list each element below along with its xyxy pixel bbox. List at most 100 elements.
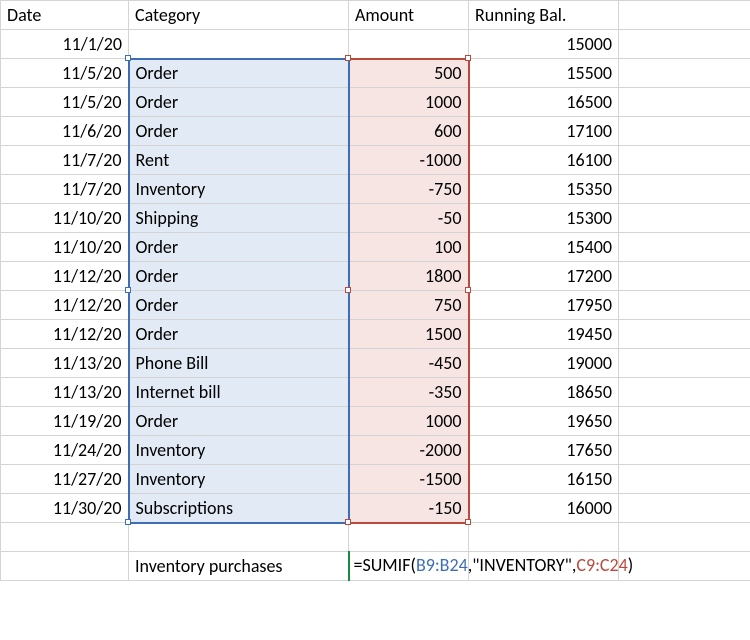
empty-cell[interactable]: [619, 552, 750, 581]
cell-date[interactable]: 11/12/20: [1, 320, 129, 349]
empty-cell[interactable]: [619, 465, 750, 494]
cell-amount[interactable]: 500: [349, 59, 469, 88]
cell-running-bal[interactable]: 15400: [469, 233, 619, 262]
empty-cell[interactable]: [619, 291, 750, 320]
cell-date[interactable]: 11/5/20: [1, 59, 129, 88]
cell-running-bal[interactable]: 15000: [469, 30, 619, 59]
cell-date[interactable]: 11/13/20: [1, 349, 129, 378]
cell-amount[interactable]: -2000: [349, 436, 469, 465]
empty-cell[interactable]: [619, 175, 750, 204]
cell-running-bal[interactable]: 19000: [469, 349, 619, 378]
cell-category[interactable]: Subscriptions: [129, 494, 349, 523]
cell-amount[interactable]: -50: [349, 204, 469, 233]
cell-amount[interactable]: -450: [349, 349, 469, 378]
cell-date[interactable]: 11/6/20: [1, 117, 129, 146]
range-handle-red[interactable]: [345, 519, 351, 525]
cell-date[interactable]: 11/19/20: [1, 407, 129, 436]
header-category[interactable]: Category: [129, 1, 349, 30]
cell-amount[interactable]: 750: [349, 291, 469, 320]
range-handle-red[interactable]: [465, 519, 471, 525]
cell-category[interactable]: Order: [129, 233, 349, 262]
cell-date[interactable]: 11/7/20: [1, 175, 129, 204]
cell-category[interactable]: Inventory: [129, 175, 349, 204]
empty-cell[interactable]: [619, 204, 750, 233]
cell-amount[interactable]: -750: [349, 175, 469, 204]
cell-running-bal[interactable]: 17950: [469, 291, 619, 320]
empty-cell[interactable]: [619, 233, 750, 262]
empty-cell[interactable]: [619, 59, 750, 88]
cell-running-bal[interactable]: 15300: [469, 204, 619, 233]
empty-cell[interactable]: [1, 552, 129, 581]
empty-cell[interactable]: [349, 523, 469, 552]
cell-category[interactable]: Phone Bill: [129, 349, 349, 378]
cell-date[interactable]: 11/13/20: [1, 378, 129, 407]
cell-date[interactable]: 11/24/20: [1, 436, 129, 465]
empty-cell[interactable]: [129, 523, 349, 552]
cell-category[interactable]: Rent: [129, 146, 349, 175]
empty-cell[interactable]: [469, 523, 619, 552]
cell-running-bal[interactable]: 15500: [469, 59, 619, 88]
cell-category[interactable]: Order: [129, 59, 349, 88]
range-handle-red[interactable]: [465, 287, 471, 293]
cell-running-bal[interactable]: 17100: [469, 117, 619, 146]
cell-category[interactable]: Shipping: [129, 204, 349, 233]
cell-amount[interactable]: 1000: [349, 407, 469, 436]
cell-running-bal[interactable]: 16000: [469, 494, 619, 523]
cell-category[interactable]: Internet bill: [129, 378, 349, 407]
cell-category[interactable]: Order: [129, 407, 349, 436]
cell-category[interactable]: Order: [129, 88, 349, 117]
range-handle-red[interactable]: [345, 55, 351, 61]
cell-amount[interactable]: -1500: [349, 465, 469, 494]
cell-date[interactable]: 11/1/20: [1, 30, 129, 59]
cell-date[interactable]: 11/12/20: [1, 262, 129, 291]
cell-running-bal[interactable]: 19650: [469, 407, 619, 436]
empty-cell[interactable]: [1, 523, 129, 552]
empty-cell[interactable]: [619, 378, 750, 407]
cell-category[interactable]: Order: [129, 117, 349, 146]
cell-running-bal[interactable]: 19450: [469, 320, 619, 349]
cell-amount[interactable]: 1500: [349, 320, 469, 349]
cell-amount[interactable]: 100: [349, 233, 469, 262]
cell-running-bal[interactable]: 17200: [469, 262, 619, 291]
cell-date[interactable]: 11/7/20: [1, 146, 129, 175]
cell-date[interactable]: 11/5/20: [1, 88, 129, 117]
range-handle-blue[interactable]: [125, 287, 131, 293]
cell-date[interactable]: 11/12/20: [1, 291, 129, 320]
cell-amount[interactable]: 1000: [349, 88, 469, 117]
cell-category[interactable]: Order: [129, 320, 349, 349]
formula-cell[interactable]: =SUMIF(B9:B24,"INVENTORY",C9:C24): [349, 552, 469, 581]
cell-running-bal[interactable]: 17650: [469, 436, 619, 465]
cell-date[interactable]: 11/10/20: [1, 233, 129, 262]
empty-cell[interactable]: [619, 88, 750, 117]
cell-running-bal[interactable]: 15350: [469, 175, 619, 204]
cell-category[interactable]: Inventory: [129, 465, 349, 494]
cell-category[interactable]: [129, 30, 349, 59]
range-handle-red[interactable]: [465, 55, 471, 61]
cell-running-bal[interactable]: 16100: [469, 146, 619, 175]
cell-running-bal[interactable]: 16150: [469, 465, 619, 494]
header-amount[interactable]: Amount: [349, 1, 469, 30]
cell-category[interactable]: Order: [129, 291, 349, 320]
cell-amount[interactable]: -350: [349, 378, 469, 407]
cell-date[interactable]: 11/27/20: [1, 465, 129, 494]
cell-amount[interactable]: [349, 30, 469, 59]
cell-running-bal[interactable]: 18650: [469, 378, 619, 407]
cell-category[interactable]: Order: [129, 262, 349, 291]
cell-date[interactable]: 11/10/20: [1, 204, 129, 233]
empty-cell[interactable]: [619, 320, 750, 349]
header-running-bal[interactable]: Running Bal.: [469, 1, 619, 30]
range-handle-red[interactable]: [345, 287, 351, 293]
cell-amount[interactable]: -150: [349, 494, 469, 523]
cell-running-bal[interactable]: 16500: [469, 88, 619, 117]
cell-date[interactable]: 11/30/20: [1, 494, 129, 523]
cell-amount[interactable]: 600: [349, 117, 469, 146]
empty-cell[interactable]: [619, 146, 750, 175]
cell-amount[interactable]: -1000: [349, 146, 469, 175]
empty-cell[interactable]: [619, 494, 750, 523]
empty-cell[interactable]: [619, 262, 750, 291]
range-handle-blue[interactable]: [125, 519, 131, 525]
cell-category[interactable]: Inventory: [129, 436, 349, 465]
cell-amount[interactable]: 1800: [349, 262, 469, 291]
empty-cell[interactable]: [619, 117, 750, 146]
empty-cell[interactable]: [619, 436, 750, 465]
